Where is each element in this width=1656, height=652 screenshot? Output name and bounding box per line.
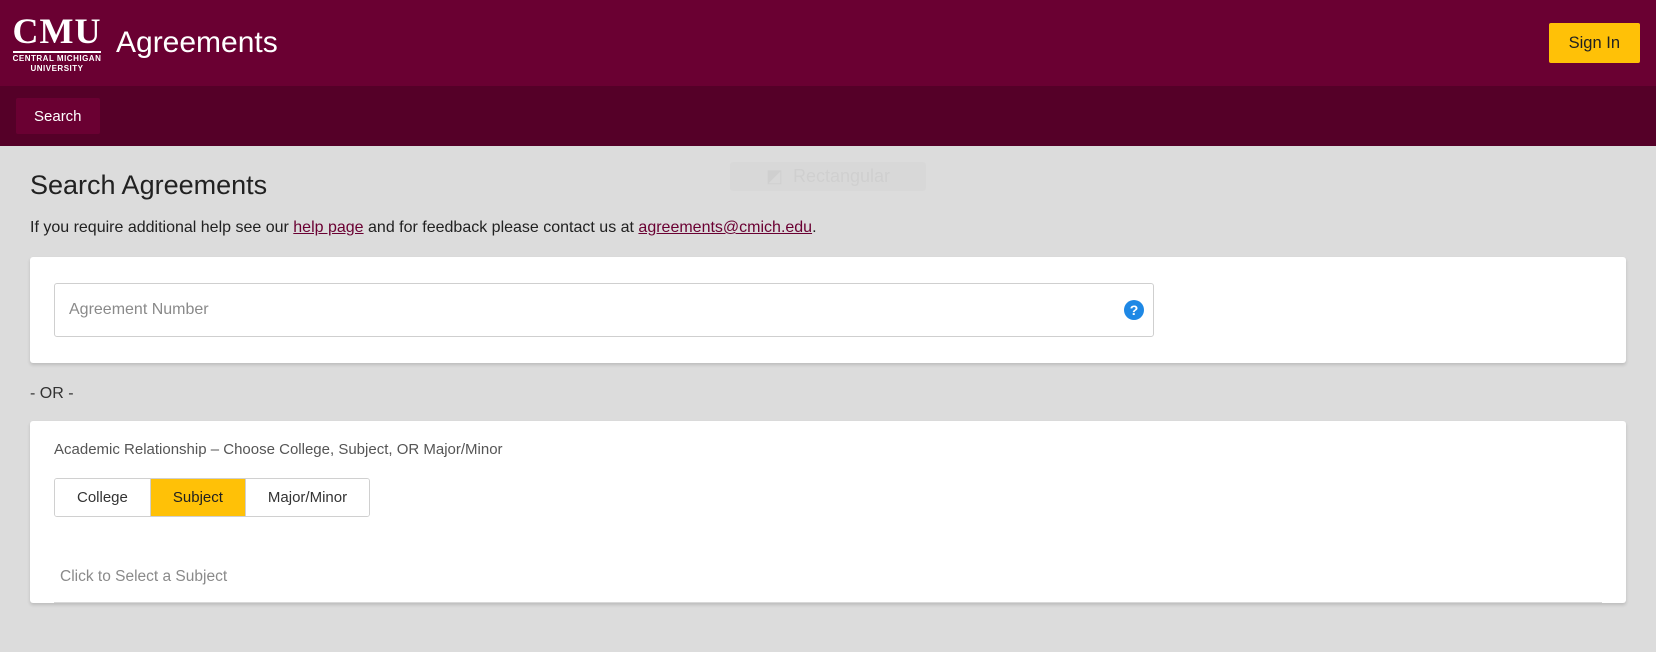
cmu-logo: CMU CENTRAL MICHIGAN UNIVERSITY bbox=[12, 13, 102, 73]
relationship-tabs: College Subject Major/Minor bbox=[54, 478, 370, 517]
logo-main: CMU bbox=[13, 13, 102, 53]
or-divider: - OR - bbox=[30, 385, 1626, 403]
main-content: ◩ Rectangular Search Agreements If you r… bbox=[0, 146, 1656, 603]
tab-major-minor[interactable]: Major/Minor bbox=[246, 479, 369, 516]
subject-select[interactable]: Click to Select a Subject bbox=[54, 551, 1602, 603]
tab-college[interactable]: College bbox=[55, 479, 151, 516]
agreement-number-input[interactable] bbox=[54, 283, 1154, 337]
page-title: Search Agreements bbox=[30, 170, 1626, 201]
logo-sub-line1: CENTRAL MICHIGAN bbox=[13, 55, 102, 63]
agreement-number-card: ? bbox=[30, 257, 1626, 363]
brand[interactable]: CMU CENTRAL MICHIGAN UNIVERSITY Agreemen… bbox=[12, 13, 278, 73]
help-line: If you require additional help see our h… bbox=[30, 219, 1626, 237]
help-text-mid: and for feedback please contact us at bbox=[364, 219, 639, 236]
agreement-input-wrap: ? bbox=[54, 283, 1154, 337]
help-icon[interactable]: ? bbox=[1124, 300, 1144, 320]
logo-sub-line2: UNIVERSITY bbox=[30, 65, 83, 73]
app-title: Agreements bbox=[116, 26, 278, 60]
academic-relationship-card: Academic Relationship – Choose College, … bbox=[30, 421, 1626, 603]
app-header: CMU CENTRAL MICHIGAN UNIVERSITY Agreemen… bbox=[0, 0, 1656, 86]
help-page-link[interactable]: help page bbox=[293, 219, 363, 236]
help-text-suffix: . bbox=[812, 219, 816, 236]
tab-subject[interactable]: Subject bbox=[151, 479, 246, 516]
sign-in-button[interactable]: Sign In bbox=[1549, 23, 1640, 63]
academic-label: Academic Relationship – Choose College, … bbox=[54, 441, 1602, 458]
nav-search-button[interactable]: Search bbox=[16, 98, 100, 134]
help-text-prefix: If you require additional help see our bbox=[30, 219, 293, 236]
help-email-link[interactable]: agreements@cmich.edu bbox=[638, 219, 812, 236]
nav-bar: Search bbox=[0, 86, 1656, 146]
